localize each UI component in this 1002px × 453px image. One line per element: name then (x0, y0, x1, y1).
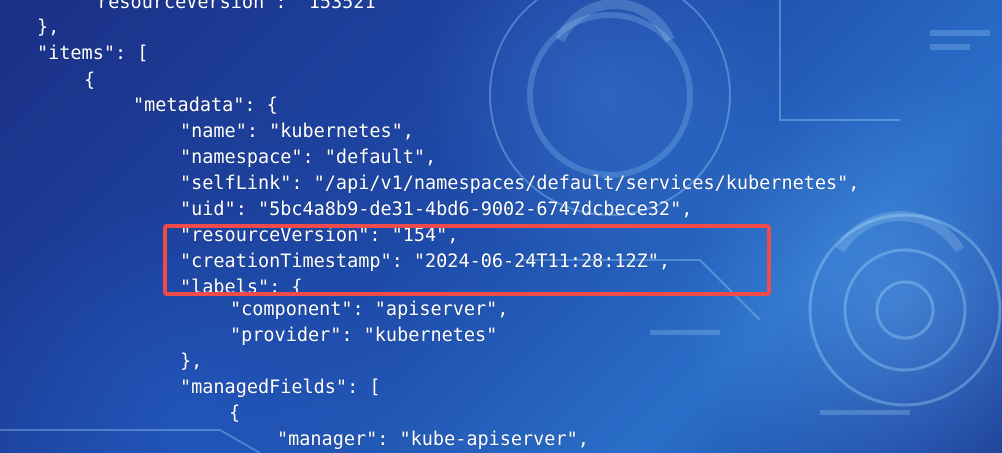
code-line: "resourceVersion": "153521" (86, 0, 387, 13)
highlight-box (163, 224, 771, 296)
code-line: }, (180, 351, 203, 372)
code-line: "metadata": { (133, 95, 278, 116)
code-line: { (229, 403, 241, 424)
code-line: "managedFields": [ (180, 377, 381, 398)
code-line: "namespace": "default", (180, 147, 437, 168)
code-line: "name": "kubernetes", (180, 121, 414, 142)
code-line: "provider": "kubernetes" (230, 325, 498, 346)
code-line: "selfLink": "/api/v1/namespaces/default/… (180, 173, 860, 194)
code-line: }, (37, 17, 60, 38)
code-line: "component": "apiserver", (230, 299, 509, 320)
code-line: "manager": "kube-apiserver", (277, 429, 589, 450)
code-line: "uid": "5bc4a8b9-de31-4bd6-9002-6747dcbe… (180, 199, 693, 220)
code-line: "items": [ (37, 43, 149, 64)
terminal-window: "resourceVersion": "153521" }, "items": … (0, 0, 1002, 453)
code-line: { (84, 70, 96, 91)
